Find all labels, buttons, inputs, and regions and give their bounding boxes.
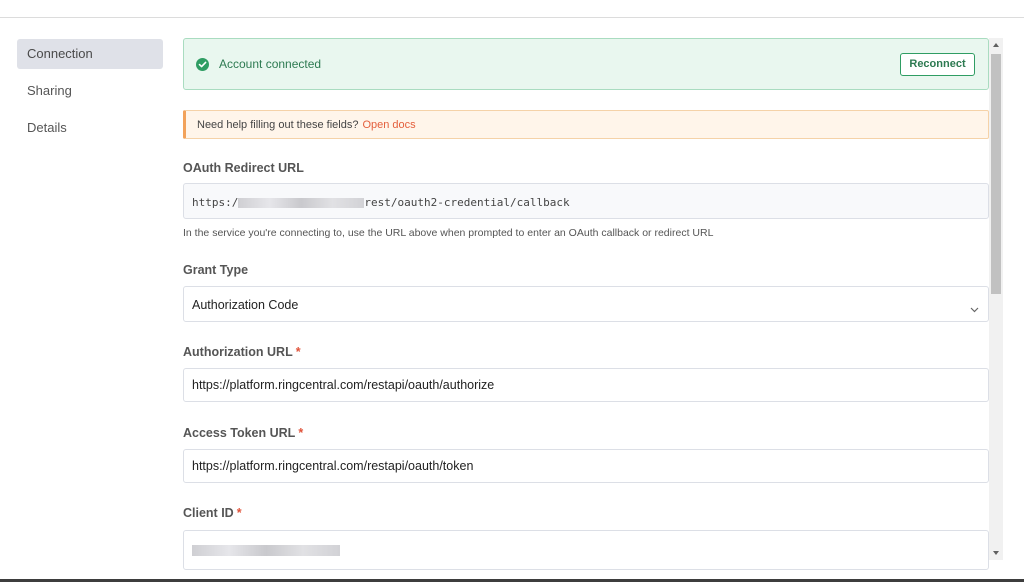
required-marker: * [298,426,304,440]
grant-type-value: Authorization Code [192,298,299,312]
grant-type-select[interactable]: Authorization Code [183,286,989,322]
redirect-url-suffix: rest/oauth2-credential/callback [364,196,570,209]
help-question: Need help filling out these fields? [197,119,359,131]
client-id-label: Client ID * [183,506,242,520]
redacted-host [238,198,365,208]
access-token-url-label-text: Access Token URL [183,426,296,440]
required-marker: * [236,506,242,520]
sidebar-item-connection[interactable]: Connection [17,39,163,69]
grant-type-label: Grant Type [183,263,249,277]
vertical-scrollbar[interactable] [989,38,1003,560]
settings-sidebar: Connection Sharing Details [17,39,163,150]
redirect-url-value: https:/ rest/oauth2-credential/callback [192,196,570,209]
open-docs-link[interactable]: Open docs [362,119,415,131]
top-bar [0,0,1024,18]
access-token-url-input[interactable]: https://platform.ringcentral.com/restapi… [183,449,989,483]
redacted-client-id [192,545,340,557]
scrollbar-thumb[interactable] [991,54,1001,294]
client-id-input[interactable] [183,530,989,570]
scroll-down-arrow-icon[interactable] [989,546,1003,560]
client-id-label-text: Client ID [183,506,234,520]
reconnect-button[interactable]: Reconnect [900,53,975,76]
required-marker: * [295,345,301,359]
connection-status-text: Account connected [219,57,322,71]
access-token-url-label: Access Token URL * [183,426,303,440]
redirect-url-prefix: https:/ [192,196,239,209]
check-circle-icon [196,58,209,71]
authorization-url-label: Authorization URL * [183,345,301,359]
redirect-url-label: OAuth Redirect URL [183,161,304,175]
help-text: Need help filling out these fields? Open … [197,119,416,131]
client-id-value [192,543,340,557]
chevron-down-icon [970,300,979,313]
help-banner: Need help filling out these fields? Open … [183,110,989,139]
authorization-url-value: https://platform.ringcentral.com/restapi… [192,378,495,392]
sidebar-item-details[interactable]: Details [17,113,163,143]
sidebar-item-sharing[interactable]: Sharing [17,76,163,106]
connection-status-banner: Account connected Reconnect [183,38,989,90]
access-token-url-value: https://platform.ringcentral.com/restapi… [192,459,474,473]
authorization-url-input[interactable]: https://platform.ringcentral.com/restapi… [183,368,989,402]
scroll-up-arrow-icon[interactable] [989,38,1003,52]
redirect-url-hint: In the service you're connecting to, use… [183,227,714,239]
redirect-url-field[interactable]: https:/ rest/oauth2-credential/callback [183,183,989,219]
authorization-url-label-text: Authorization URL [183,345,293,359]
